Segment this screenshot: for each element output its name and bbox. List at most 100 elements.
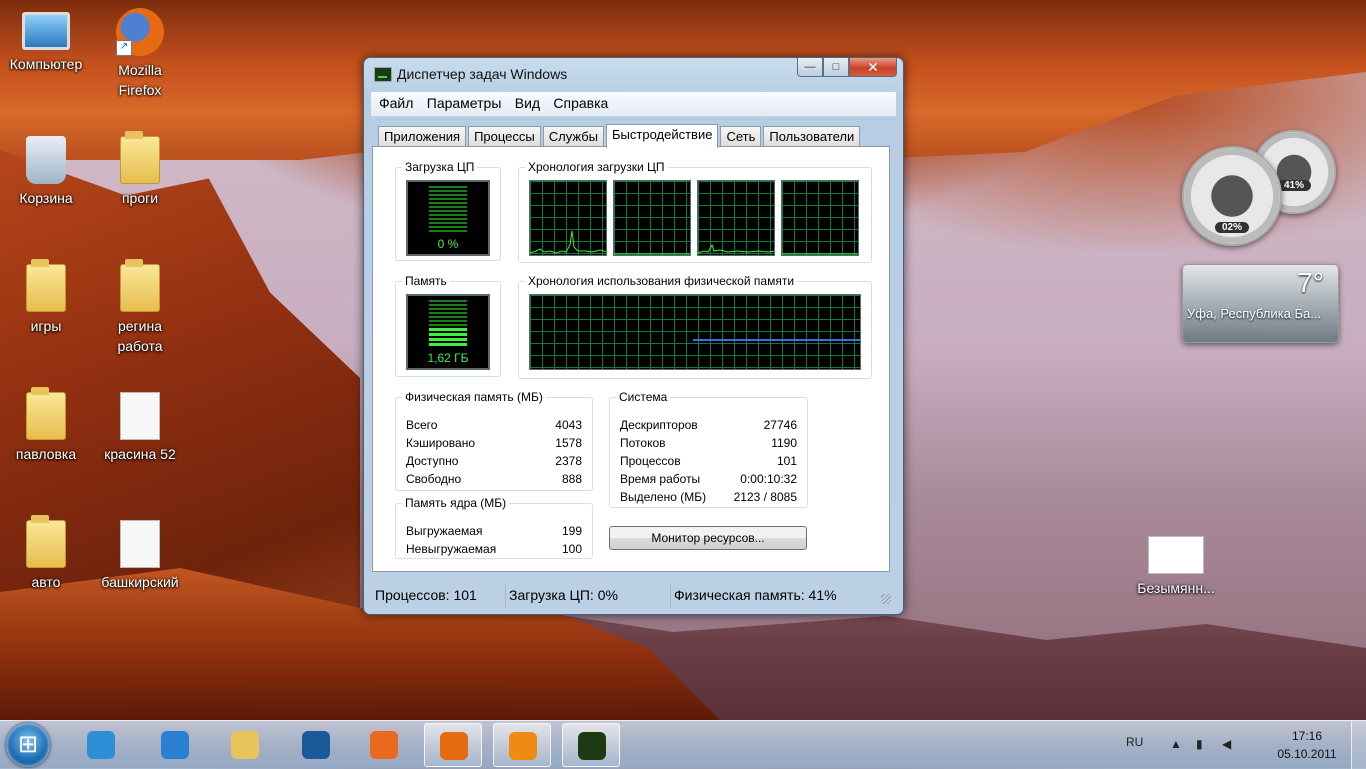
show-desktop-button[interactable]: [1351, 721, 1366, 769]
taskbar-button-media-player[interactable]: [72, 723, 130, 767]
taskbar-button-hp[interactable]: [287, 723, 345, 767]
volume-icon[interactable]: ◀: [1222, 737, 1236, 751]
stat-value: 199: [561, 524, 582, 538]
folder-icon: [120, 259, 160, 312]
weather-gadget[interactable]: 7° Уфа, Республика Ба...: [1182, 264, 1339, 343]
desktop-icon-label: Корзина: [19, 190, 73, 206]
menu-bar: Файл Параметры Вид Справка: [371, 92, 896, 117]
desktop-icon-firefox[interactable]: ↗ Mozilla Firefox: [97, 8, 183, 100]
resize-grip[interactable]: [881, 594, 891, 604]
network-icon[interactable]: ▮: [1196, 737, 1210, 751]
desktop-icon-untitled[interactable]: Безымянн...: [1131, 536, 1221, 598]
stat-label: Выгружаемая: [406, 524, 483, 538]
memory-history-group: Хронология использования физической памя…: [518, 274, 872, 379]
tab-services[interactable]: Службы: [542, 126, 605, 147]
desktop-icon-computer[interactable]: Компьютер: [3, 12, 89, 74]
desktop-icon-avto[interactable]: авто: [3, 515, 89, 592]
clock[interactable]: 17:16 05.10.2011: [1262, 727, 1352, 763]
desktop-icon-label: регина работа: [117, 318, 163, 354]
stat-value: 1190: [771, 436, 797, 450]
taskbar-button-mail-agent[interactable]: [493, 723, 551, 767]
status-bar: Процессов: 101 Загрузка ЦП: 0% Физическа…: [372, 583, 895, 608]
system-group: Система Дескрипторов 27746 Потоков 1190 Пр…: [609, 390, 808, 508]
cpu-history-label: Хронология загрузки ЦП: [525, 160, 668, 174]
menu-view[interactable]: Вид: [507, 92, 540, 111]
tab-processes[interactable]: Процессы: [468, 126, 541, 147]
computer-icon: [22, 12, 70, 50]
firefox-icon: [440, 732, 468, 760]
stat-row: Потоков 1190: [620, 436, 797, 450]
task-manager-icon: [374, 67, 392, 82]
minimize-button[interactable]: —: [797, 58, 823, 77]
task-manager-icon: [578, 732, 606, 760]
stat-row: Процессов 101: [620, 454, 797, 468]
desktop-icon-pavlovka[interactable]: павловка: [3, 387, 89, 464]
memory-meter: 1,62 ГБ: [406, 294, 490, 370]
cpu-history-graph-core-1: [529, 180, 607, 256]
kernel-memory-group: Память ядра (МБ) Выгружаемая 199 Невыгруж…: [395, 496, 593, 559]
folder-icon: [26, 515, 66, 568]
cpu-gauge-gadget[interactable]: 02%: [1182, 146, 1282, 246]
menu-file[interactable]: Файл: [371, 92, 413, 111]
stat-value: 27746: [763, 418, 797, 432]
status-memory: Физическая память: 41%: [674, 587, 837, 603]
physical-memory-group: Физическая память (МБ) Всего 4043 Кэширов…: [395, 390, 593, 491]
app-icon: [370, 731, 398, 759]
taskbar-button-app[interactable]: [355, 723, 413, 767]
stat-value: 1578: [555, 436, 582, 450]
stat-row: Кэшировано 1578: [406, 436, 582, 450]
tab-strip: Приложения Процессы Службы Быстродействи…: [378, 124, 862, 148]
desktop-icon-krasina-52[interactable]: красина 52: [97, 392, 183, 464]
stat-label: Дескрипторов: [620, 418, 698, 432]
taskbar-button-internet-explorer[interactable]: [146, 723, 204, 767]
maximize-button[interactable]: □: [823, 58, 849, 77]
stat-value: 888: [561, 472, 582, 486]
start-button[interactable]: [6, 723, 50, 767]
stat-label: Процессов: [620, 454, 681, 468]
tab-performance[interactable]: Быстродействие: [606, 124, 719, 148]
folder-icon: [26, 387, 66, 440]
cpu-usage-label: Загрузка ЦП: [402, 160, 478, 174]
stat-value: 100: [561, 542, 582, 556]
menu-options[interactable]: Параметры: [419, 92, 502, 111]
desktop-icon-label: Mozilla Firefox: [118, 62, 162, 98]
stat-label: Свободно: [406, 472, 462, 486]
tab-networking[interactable]: Сеть: [720, 126, 762, 147]
resource-monitor-button[interactable]: Монитор ресурсов...: [609, 526, 807, 550]
caption-buttons: — □ ✕: [797, 58, 897, 79]
firefox-icon: ↗: [116, 8, 164, 56]
internet-explorer-icon: [161, 731, 189, 759]
clock-date: 05.10.2011: [1277, 747, 1337, 761]
stat-value: 2378: [555, 454, 582, 468]
stat-label: Невыгружаемая: [406, 542, 497, 556]
taskbar-button-windows-explorer[interactable]: [216, 723, 274, 767]
stat-value: 0:00:10:32: [740, 472, 797, 486]
language-indicator[interactable]: RU: [1126, 735, 1143, 749]
title-bar[interactable]: Диспетчер задач Windows — □ ✕: [364, 58, 903, 90]
stat-row: Время работы 0:00:10:32: [620, 472, 797, 486]
taskbar-button-task-manager[interactable]: [562, 723, 620, 767]
stat-label: Кэшировано: [406, 436, 476, 450]
desktop-icon-label: проги: [121, 190, 159, 206]
show-hidden-icons-icon[interactable]: ▲: [1170, 737, 1184, 751]
desktop-icon-regina-rabota[interactable]: регина работа: [97, 259, 183, 356]
tab-users[interactable]: Пользователи: [763, 126, 861, 147]
taskbar-button-firefox[interactable]: [424, 723, 482, 767]
desktop-icon-progi[interactable]: проги: [97, 131, 183, 208]
menu-help[interactable]: Справка: [545, 92, 608, 111]
shortcut-arrow-icon: ↗: [116, 40, 132, 56]
desktop-icon-bashkirsky[interactable]: башкирский: [97, 520, 183, 592]
status-cpu: Загрузка ЦП: 0%: [506, 583, 671, 608]
tab-applications[interactable]: Приложения: [378, 126, 467, 147]
desktop-icon-label: павловка: [15, 446, 77, 462]
weather-city: Уфа, Республика Ба...: [1187, 306, 1322, 321]
memory-gauge-value: 41%: [1277, 180, 1311, 191]
memory-meter-fill: [429, 328, 467, 348]
desktop-icon-igry[interactable]: игры: [3, 259, 89, 336]
desktop-icon-recycle-bin[interactable]: Корзина: [3, 136, 89, 208]
task-manager-window: Диспетчер задач Windows — □ ✕ Файл Парам…: [363, 57, 904, 615]
desktop-icon-label: игры: [30, 318, 62, 334]
memory-value: 1,62 ГБ: [427, 351, 469, 365]
close-button[interactable]: ✕: [849, 58, 897, 77]
memory-label: Память: [402, 274, 450, 288]
